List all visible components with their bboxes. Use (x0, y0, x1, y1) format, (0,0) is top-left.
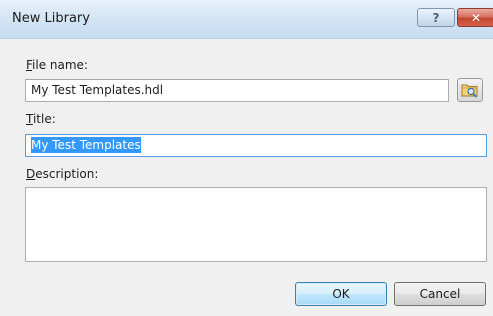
title-value: My Test Templates (31, 137, 141, 153)
title-bar[interactable]: New Library ? ✕ (0, 0, 493, 39)
title-input[interactable]: My Test Templates (25, 134, 487, 157)
close-button[interactable]: ✕ (457, 8, 493, 27)
window-title: New Library (12, 11, 90, 26)
cancel-button[interactable]: Cancel (394, 282, 486, 306)
browse-button[interactable] (457, 78, 483, 102)
file-name-label: File name: (26, 58, 88, 72)
description-input[interactable] (25, 187, 487, 262)
help-icon: ? (432, 10, 440, 25)
help-button[interactable]: ? (417, 8, 455, 27)
new-library-dialog: New Library ? ✕ File name: My Test Templ… (0, 0, 493, 316)
ok-button[interactable]: OK (295, 282, 387, 306)
ok-button-label: OK (332, 287, 350, 301)
cancel-button-label: Cancel (419, 287, 461, 301)
file-name-value: My Test Templates.hdl (31, 83, 164, 97)
description-label: Description: (26, 167, 99, 181)
folder-browse-icon (461, 84, 478, 98)
close-icon: ✕ (470, 10, 482, 25)
title-label: Title: (26, 112, 56, 126)
file-name-input[interactable]: My Test Templates.hdl (25, 79, 449, 102)
